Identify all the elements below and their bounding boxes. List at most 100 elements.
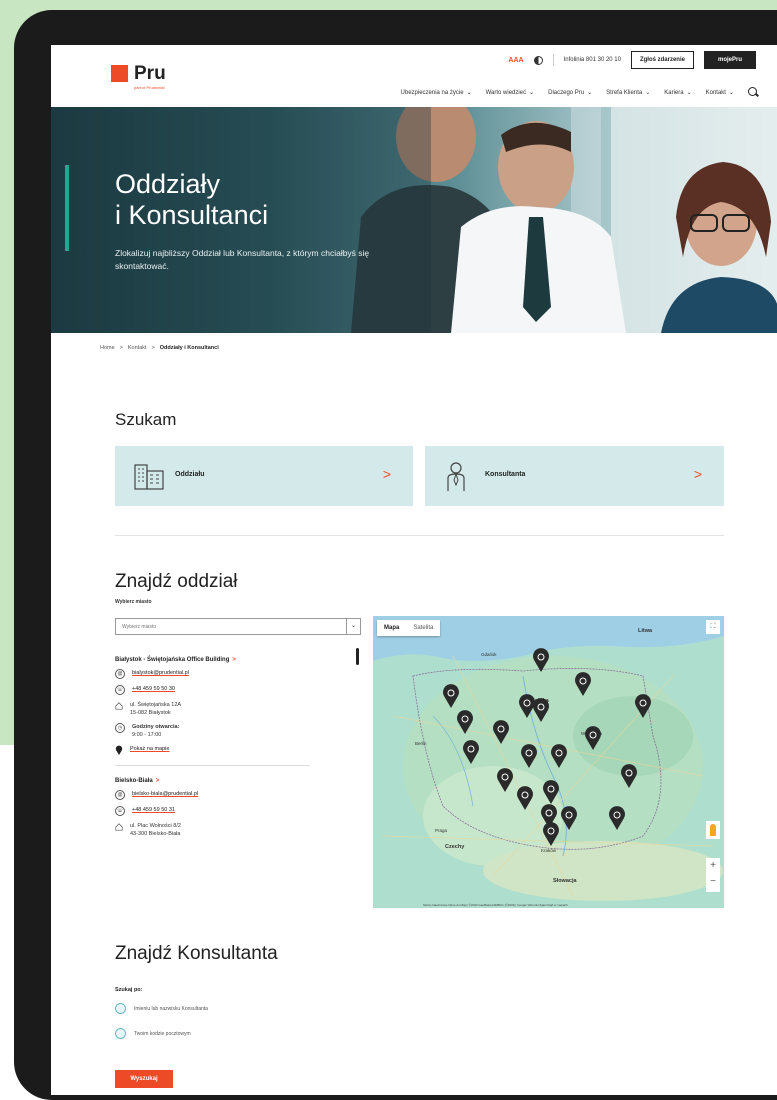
phone-icon: ☏ — [115, 685, 125, 695]
map-marker-icon[interactable] — [559, 806, 579, 830]
map-label: Praga — [435, 828, 448, 833]
breadcrumb-contact[interactable]: Kontakt — [128, 345, 147, 351]
mail-icon: @ — [115, 669, 125, 679]
branch-name[interactable]: Bielsko-Biała > — [115, 778, 361, 784]
branch-phone[interactable]: +48 459 59 50 31 — [132, 806, 175, 814]
map-marker-icon[interactable] — [573, 672, 593, 696]
nav-label: Kontakt — [705, 89, 726, 96]
hero-banner: Oddziały i Konsultanci Zlokalizuj najbli… — [51, 107, 777, 333]
hero-subtitle: Zlokalizuj najbliższy Oddział lub Konsul… — [115, 248, 370, 271]
branch-search-tile[interactable]: Oddziału > — [115, 446, 413, 506]
nav-item-why-pru[interactable]: Dlaczego Pru ⌄ — [548, 89, 592, 96]
map-marker-icon[interactable] — [519, 744, 539, 768]
radio-option-name[interactable]: Imieniu lub nazwisku Konsultanta — [115, 1003, 208, 1014]
map-marker-icon[interactable] — [461, 740, 481, 764]
font-size-switch[interactable]: AAA — [508, 57, 523, 64]
map-marker-icon[interactable] — [531, 648, 551, 672]
street-view-pegman-icon[interactable] — [706, 821, 720, 839]
nav-label: Strefa Klienta — [606, 89, 643, 96]
map-marker-icon[interactable] — [541, 780, 561, 804]
nav-item-worth-knowing[interactable]: Warto wiedzieć ⌄ — [486, 89, 535, 96]
branch-name[interactable]: Białystok - Świętojańska Office Building… — [115, 657, 361, 663]
branch-phone-row: ☏ +48 459 59 50 31 — [115, 806, 361, 816]
map-label: Litwa — [638, 628, 653, 634]
report-claim-button[interactable]: Zgłoś zdarzenie — [630, 51, 694, 69]
radio-button[interactable] — [115, 1003, 126, 1014]
map-marker-icon[interactable] — [491, 720, 511, 744]
map-marker-icon[interactable] — [607, 806, 627, 830]
branch-email[interactable]: bialystok@prudential.pl — [132, 669, 189, 677]
branch-phone[interactable]: +48 459 59 50 30 — [132, 685, 175, 693]
site-header: Pru part of Prudential AAA Infolinia 801… — [51, 45, 777, 107]
branch-tile-label: Oddziału — [175, 471, 205, 478]
radio-option-postcode[interactable]: Twoim kodzie pocztowym — [115, 1028, 191, 1039]
map-marker-icon[interactable] — [541, 822, 561, 846]
map-label: Słowacja — [553, 878, 577, 884]
branch-address-row: ul. Plac Wolności 8/2 43-300 Bielsko-Bia… — [115, 822, 361, 838]
logo-square — [111, 65, 128, 82]
home-icon — [115, 823, 123, 831]
main-nav: Ubezpieczenia na życie ⌄ Warto wiedzieć ⌄ … — [401, 87, 758, 97]
branch-phone-row: ☏ +48 459 59 50 30 — [115, 685, 361, 695]
chevron-down-icon: ⌄ — [645, 89, 651, 96]
map-marker-icon[interactable] — [583, 726, 603, 750]
nav-item-career[interactable]: Kariera ⌄ — [664, 89, 691, 96]
map-tab-map[interactable]: Mapa — [377, 620, 406, 636]
branch-address-line2: 15-082 Białystok — [130, 710, 171, 716]
map-marker-icon[interactable] — [515, 786, 535, 810]
search-icon[interactable] — [748, 87, 758, 97]
map-marker-icon[interactable] — [633, 694, 653, 718]
hero-title: Oddziały i Konsultanci — [115, 169, 268, 231]
nav-item-contact[interactable]: Kontakt ⌄ — [706, 89, 734, 96]
zoom-in-icon[interactable]: + — [706, 858, 720, 874]
chevron-down-icon: ⌄ — [346, 619, 360, 634]
nav-item-client-zone[interactable]: Strefa Klienta ⌄ — [606, 89, 650, 96]
map-marker-icon[interactable] — [495, 768, 515, 792]
hero-title-line2: i Konsultanci — [115, 200, 269, 230]
nav-label: Warto wiedzieć — [485, 89, 527, 96]
logo[interactable]: Pru part of Prudential — [111, 63, 166, 90]
branch-email[interactable]: bielsko-biala@prudential.pl — [132, 790, 198, 798]
search-consultant-button[interactable]: Wyszukaj — [115, 1070, 173, 1088]
clock-icon: ◷ — [115, 723, 125, 733]
breadcrumb-home[interactable]: Home — [100, 345, 115, 351]
map-marker-icon[interactable] — [441, 684, 461, 708]
branch-address-line1: ul. Plac Wolności 8/2 — [130, 823, 181, 829]
map-label: Kraków — [541, 848, 557, 853]
show-on-map-link[interactable]: Pokaż na mapie — [130, 745, 169, 753]
map-marker-icon[interactable] — [455, 710, 475, 734]
fullscreen-icon[interactable]: ⛶ — [706, 620, 720, 634]
radio-button[interactable] — [115, 1028, 126, 1039]
branch-name-text: Bielsko-Biała — [115, 778, 153, 784]
map-marker-icon[interactable] — [549, 744, 569, 768]
breadcrumb-separator: > — [151, 345, 155, 351]
nav-item-insurance[interactable]: Ubezpieczenia na życie ⌄ — [401, 89, 472, 96]
mojepru-button[interactable]: mojePru — [703, 51, 756, 69]
find-branch-title: Znajdź oddział — [115, 571, 238, 592]
city-select-label: Wybierz miasto — [115, 599, 152, 605]
branch-address-line2: 43-300 Bielsko-Biała — [130, 831, 181, 837]
consultant-search-tile[interactable]: Konsultanta > — [425, 446, 724, 506]
home-icon — [115, 702, 123, 710]
branch-address: ul. Plac Wolności 8/2 43-300 Bielsko-Bia… — [130, 822, 181, 838]
map-marker-icon[interactable] — [619, 764, 639, 788]
map-label: Czechy — [445, 844, 465, 850]
city-select[interactable]: Wybierz miasto ⌄ — [115, 618, 361, 635]
hero-title-line1: Oddziały — [115, 169, 221, 199]
branch-map-row: Pokaż na mapie — [115, 745, 361, 755]
breadcrumb-current: Oddziały i Konsultanci — [159, 345, 219, 351]
chevron-right-icon: > — [232, 657, 236, 663]
map-marker-icon[interactable] — [531, 698, 551, 722]
top-bar: AAA Infolinia 801 30 20 10 Zgłoś zdarzen… — [508, 51, 756, 69]
map-tab-satellite[interactable]: Satelita — [406, 620, 440, 636]
city-select-value: Wybierz miasto — [122, 624, 157, 630]
zoom-out-icon[interactable]: − — [706, 874, 720, 890]
branch-map[interactable]: Mapa Satelita ⛶ Litwa Polska Czechy Słow… — [373, 616, 724, 908]
map-label: Gdańsk — [481, 652, 497, 657]
contrast-icon[interactable] — [533, 55, 543, 65]
nav-label: Kariera — [664, 89, 684, 96]
branch-address-line1: ul. Świętojańska 12A — [130, 702, 182, 708]
chevron-right-icon: > — [155, 778, 160, 784]
infoline[interactable]: Infolinia 801 30 20 10 — [564, 57, 621, 63]
logo-text: Pru — [134, 63, 166, 84]
